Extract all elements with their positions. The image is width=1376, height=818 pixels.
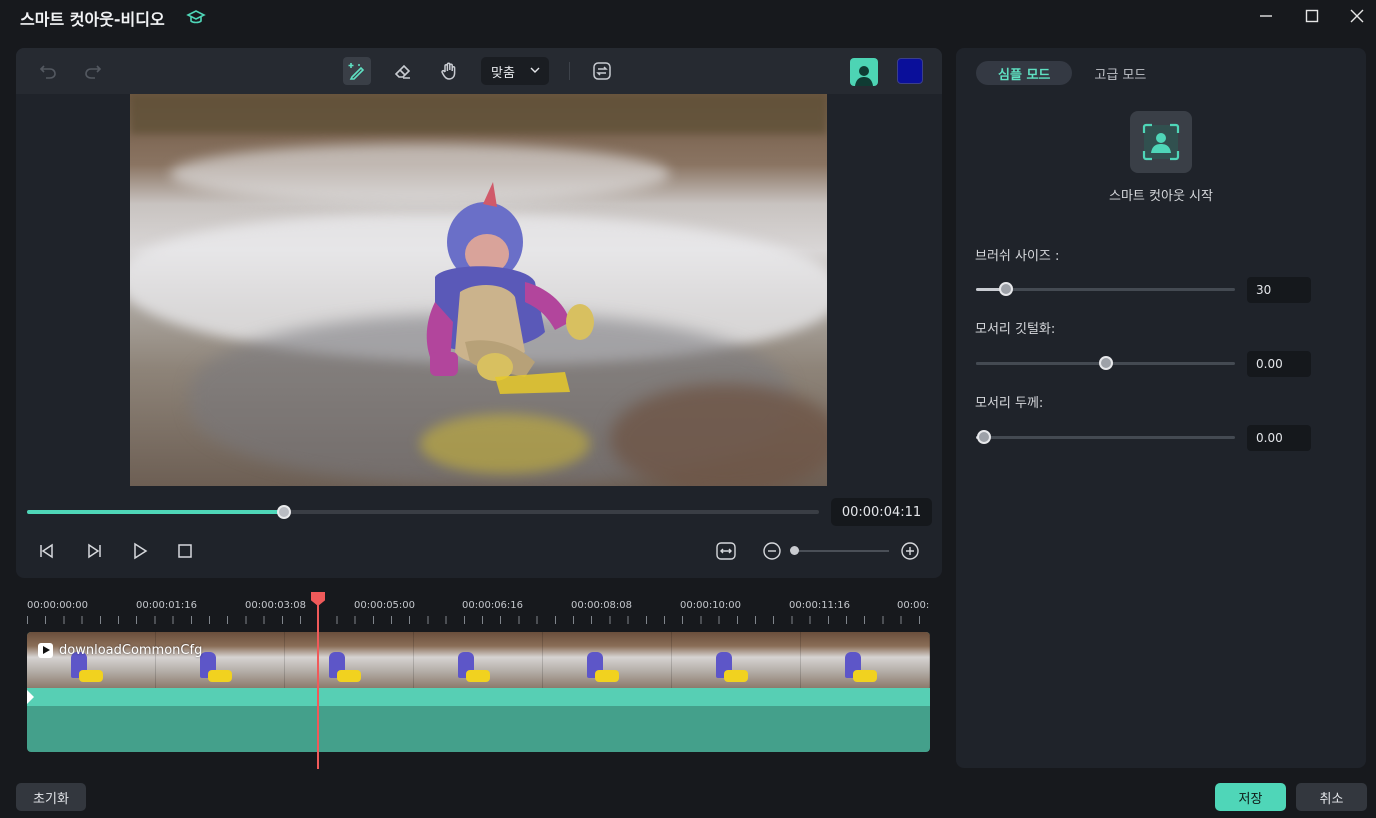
clip-thumbnails — [27, 632, 930, 688]
thumbnail-subject-legs — [724, 670, 748, 682]
ruler-ticks — [27, 616, 930, 624]
reset-button[interactable]: 초기화 — [16, 783, 86, 811]
edge-thickness-slider[interactable] — [976, 430, 1235, 444]
edge-feather-label: 모서리 깃털화: — [975, 322, 1056, 337]
toolbar-divider — [569, 62, 570, 80]
overlay-color-swatch[interactable] — [897, 58, 923, 84]
undo-icon[interactable] — [34, 57, 62, 85]
smart-cutout-start-label: 스마트 컷아웃 시작 — [1109, 189, 1213, 204]
timecode-display: 00:00:04:11 — [831, 498, 932, 526]
ruler-label: 00:00:10:00 — [680, 600, 742, 611]
tab-advanced-mode[interactable]: 고급 모드 — [1072, 61, 1168, 85]
settings-panel: 심플 모드 고급 모드 스마트 컷아웃 시작 브러쉬 사이즈 : 30 모서리 … — [956, 48, 1366, 768]
clip-thumbnail — [27, 632, 156, 688]
cancel-button[interactable]: 취소 — [1296, 783, 1367, 811]
clip-thumbnail — [156, 632, 285, 688]
window-title: 스마트 컷아웃-비디오 — [20, 10, 165, 29]
smart-cutout-start-button[interactable] — [1130, 111, 1192, 173]
edge-thickness-label: 모서리 두께: — [975, 396, 1044, 411]
zoom-out-icon[interactable] — [760, 539, 784, 563]
playhead-line[interactable] — [317, 600, 319, 769]
thumbnail-subject-legs — [79, 670, 103, 682]
edge-feather-handle[interactable] — [1098, 356, 1113, 370]
zoom-slider-track[interactable] — [793, 550, 889, 552]
chevron-down-icon — [530, 67, 540, 73]
minimize-icon[interactable] — [1252, 4, 1280, 28]
zoom-slider-handle[interactable] — [790, 546, 799, 555]
video-preview — [130, 94, 827, 486]
mask-band — [27, 688, 930, 706]
fit-timeline-icon[interactable] — [714, 539, 738, 563]
thumbnail-subject-legs — [595, 670, 619, 682]
clip-thumbnail — [414, 632, 543, 688]
smart-brush-icon[interactable] — [343, 57, 371, 85]
clip-thumbnail — [543, 632, 672, 688]
thumbnail-subject-legs — [853, 670, 877, 682]
eraser-icon[interactable] — [389, 57, 417, 85]
prev-frame-icon[interactable] — [35, 539, 59, 563]
edge-feather-input[interactable]: 0.00 — [1247, 351, 1311, 377]
hand-icon[interactable] — [435, 57, 463, 85]
ruler-label: 00:00:03:08 — [245, 600, 307, 611]
ruler-label: 00:00:08:08 — [571, 600, 633, 611]
video-clip-track[interactable]: downloadCommonCfg — [27, 632, 930, 752]
cutout-person-icon — [1142, 123, 1180, 161]
video-clip-icon — [38, 643, 53, 658]
child-subject-illustration — [426, 182, 594, 394]
brush-size-label: 브러쉬 사이즈 : — [975, 249, 1060, 264]
clip-thumbnail — [285, 632, 414, 688]
thumbnail-subject-legs — [208, 670, 232, 682]
ruler-label: 00:00:06:16 — [462, 600, 524, 611]
fit-select-value: 맞춤 — [491, 65, 515, 81]
timeline-ruler[interactable]: 00:00:00:00 00:00:01:16 00:00:03:08 00:0… — [27, 596, 930, 628]
playback-scrubber[interactable] — [27, 505, 819, 519]
save-button[interactable]: 저장 — [1215, 783, 1286, 811]
ruler-label: 00:00: — [897, 600, 930, 611]
fit-select[interactable]: 맞춤 — [481, 57, 549, 85]
next-frame-icon[interactable] — [82, 539, 106, 563]
graduation-cap-icon[interactable] — [186, 7, 206, 27]
swap-icon[interactable] — [588, 57, 616, 85]
stop-icon[interactable] — [173, 539, 197, 563]
clip-thumbnail — [672, 632, 801, 688]
edge-feather-slider[interactable] — [976, 356, 1235, 370]
maximize-icon[interactable] — [1298, 4, 1326, 28]
edge-thickness-input[interactable]: 0.00 — [1247, 425, 1311, 451]
tab-simple-mode[interactable]: 심플 모드 — [976, 61, 1073, 85]
brush-size-input[interactable]: 30 — [1247, 277, 1311, 303]
scrubber-progress — [27, 510, 285, 514]
clip-start-marker[interactable] — [27, 690, 34, 704]
close-icon[interactable] — [1343, 4, 1371, 28]
preview-toolbar: 맞춤 — [16, 48, 942, 94]
person-preview-icon[interactable] — [850, 58, 878, 86]
ruler-label: 00:00:05:00 — [354, 600, 416, 611]
title-bar: 스마트 컷아웃-비디오 — [0, 0, 1376, 34]
redo-icon[interactable] — [79, 57, 107, 85]
clip-name: downloadCommonCfg — [59, 643, 203, 658]
thumbnail-subject-legs — [466, 670, 490, 682]
edge-feather-fill — [976, 362, 1106, 365]
brush-size-handle[interactable] — [999, 282, 1014, 296]
clip-label: downloadCommonCfg — [38, 643, 202, 658]
clip-thumbnail — [801, 632, 930, 688]
play-icon[interactable] — [128, 539, 152, 563]
mode-tabs: 심플 모드 고급 모드 — [976, 61, 1168, 85]
scrubber-handle[interactable] — [277, 505, 292, 519]
thumbnail-subject-legs — [337, 670, 361, 682]
preview-panel: 맞춤 00:00:04:11 — [16, 48, 942, 578]
zoom-in-icon[interactable] — [898, 539, 922, 563]
ruler-label: 00:00:11:16 — [789, 600, 851, 611]
edge-thickness-handle[interactable] — [976, 430, 991, 444]
ruler-label: 00:00:00:00 — [27, 600, 89, 611]
ruler-label: 00:00:01:16 — [136, 600, 198, 611]
brush-size-slider[interactable] — [976, 282, 1235, 296]
